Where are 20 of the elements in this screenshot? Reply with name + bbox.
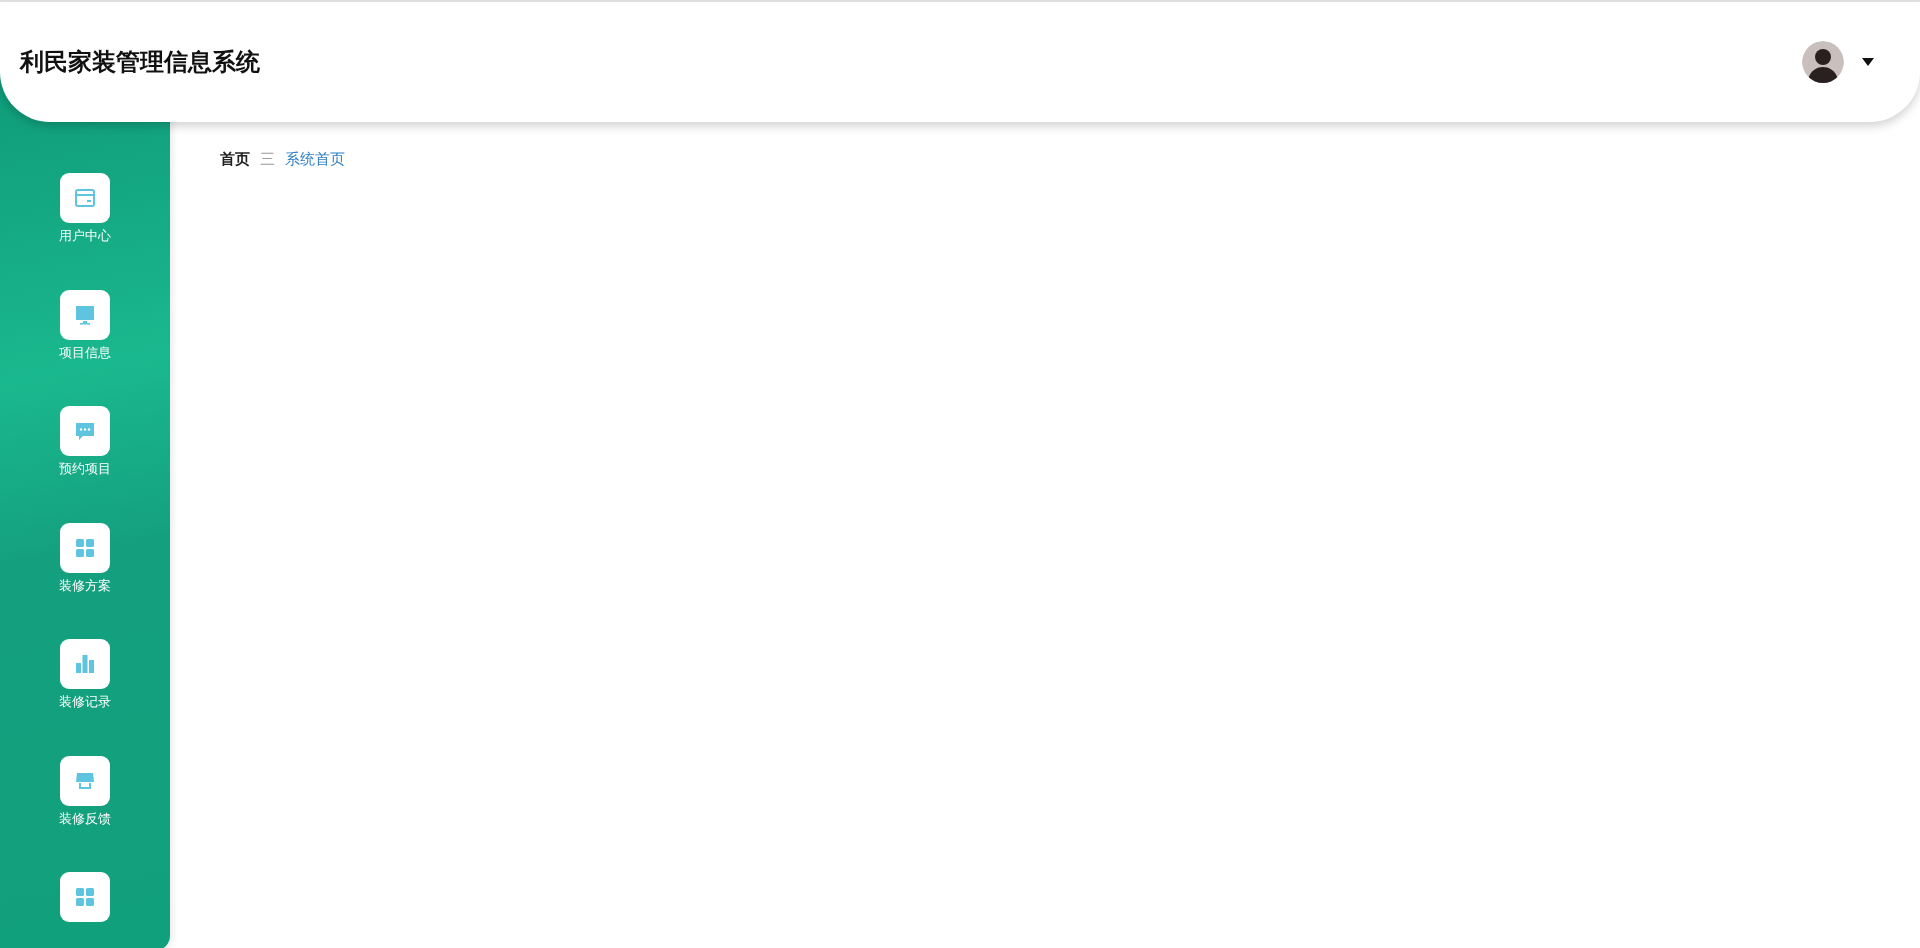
- menu-icon-button[interactable]: [60, 755, 110, 806]
- avatar[interactable]: [1802, 41, 1844, 83]
- breadcrumb-item[interactable]: 首页: [220, 150, 250, 169]
- breadcrumb-separator: 三: [260, 150, 275, 169]
- menu-item[interactable]: 预约项目: [59, 460, 111, 479]
- menu-icon-button[interactable]: [60, 289, 110, 340]
- breadcrumb-item: 系统首页: [285, 150, 345, 169]
- menu-item[interactable]: 用户中心: [59, 227, 111, 245]
- menu-icon-button[interactable]: [60, 522, 110, 573]
- menu-item[interactable]: 装修反馈: [59, 809, 111, 828]
- menu-icon-button[interactable]: [60, 406, 110, 457]
- menu-item[interactable]: 项目信息: [59, 343, 111, 362]
- menu-item[interactable]: 装修方案: [59, 576, 111, 595]
- card-icon: [73, 186, 97, 210]
- app-title: 利民家装管理信息系统: [20, 47, 260, 78]
- menu-icon-button[interactable]: [60, 872, 110, 923]
- menu-icon-button[interactable]: [60, 639, 110, 690]
- dropdown-caret-icon[interactable]: [1862, 58, 1874, 66]
- menu-item[interactable]: 装修记录: [59, 693, 111, 712]
- menu-icon-button[interactable]: [60, 173, 110, 223]
